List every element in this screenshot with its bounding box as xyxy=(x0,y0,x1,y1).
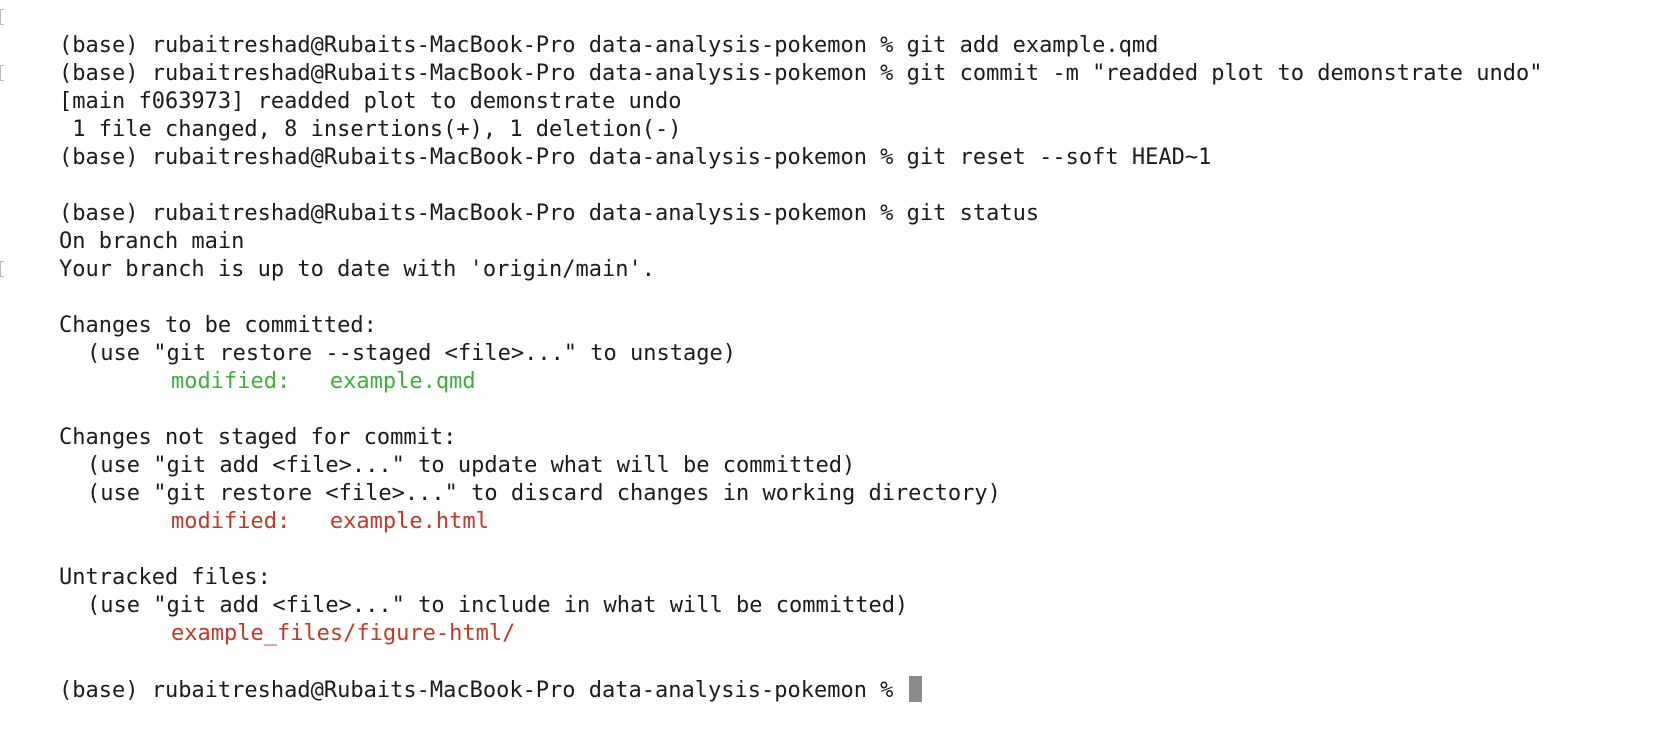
line-mark-icon xyxy=(0,9,4,25)
terminal-line: Changes not staged for commit: xyxy=(0,396,1664,450)
terminal-line: (use "git restore --staged <file>..." to… xyxy=(0,312,1664,366)
terminal-line: (use "git add <file>..." to update what … xyxy=(0,424,1664,478)
terminal-line: Your branch is up to date with 'origin/m… xyxy=(0,228,1664,282)
terminal-line: On branch main xyxy=(0,200,1664,254)
terminal-line: [main f063973] readded plot to demonstra… xyxy=(0,60,1664,114)
line-mark-icon xyxy=(0,65,4,81)
terminal-blank-line xyxy=(0,256,1664,284)
terminal-line: (base) rubaitreshad@Rubaits-MacBook-Pro … xyxy=(0,116,1664,170)
text-cursor[interactable] xyxy=(908,676,922,702)
terminal-line: Untracked files: xyxy=(0,536,1664,590)
terminal-line: (base) rubaitreshad@Rubaits-MacBook-Pro … xyxy=(0,32,1664,86)
line-mark-icon xyxy=(0,261,4,277)
terminal-prompt-line[interactable]: (base) rubaitreshad@Rubaits-MacBook-Pro … xyxy=(0,648,1664,703)
terminal-line: Changes to be committed: xyxy=(0,284,1664,338)
terminal-line: modified: example.html xyxy=(0,480,1664,534)
terminal-line: (use "git restore <file>..." to discard … xyxy=(0,452,1664,506)
terminal-line: example_files/figure-html/ xyxy=(0,592,1664,646)
shell-prompt: (base) rubaitreshad@Rubaits-MacBook-Pro … xyxy=(58,678,907,703)
terminal-window[interactable]: (base) rubaitreshad@Rubaits-MacBook-Pro … xyxy=(0,0,1664,752)
terminal-line: (base) rubaitreshad@Rubaits-MacBook-Pro … xyxy=(0,4,1664,58)
terminal-line: modified: example.qmd xyxy=(0,340,1664,394)
terminal-line: 1 file changed, 8 insertions(+), 1 delet… xyxy=(0,88,1664,142)
terminal-line: (use "git add <file>..." to include in w… xyxy=(0,564,1664,618)
terminal-line: (base) rubaitreshad@Rubaits-MacBook-Pro … xyxy=(0,172,1664,226)
